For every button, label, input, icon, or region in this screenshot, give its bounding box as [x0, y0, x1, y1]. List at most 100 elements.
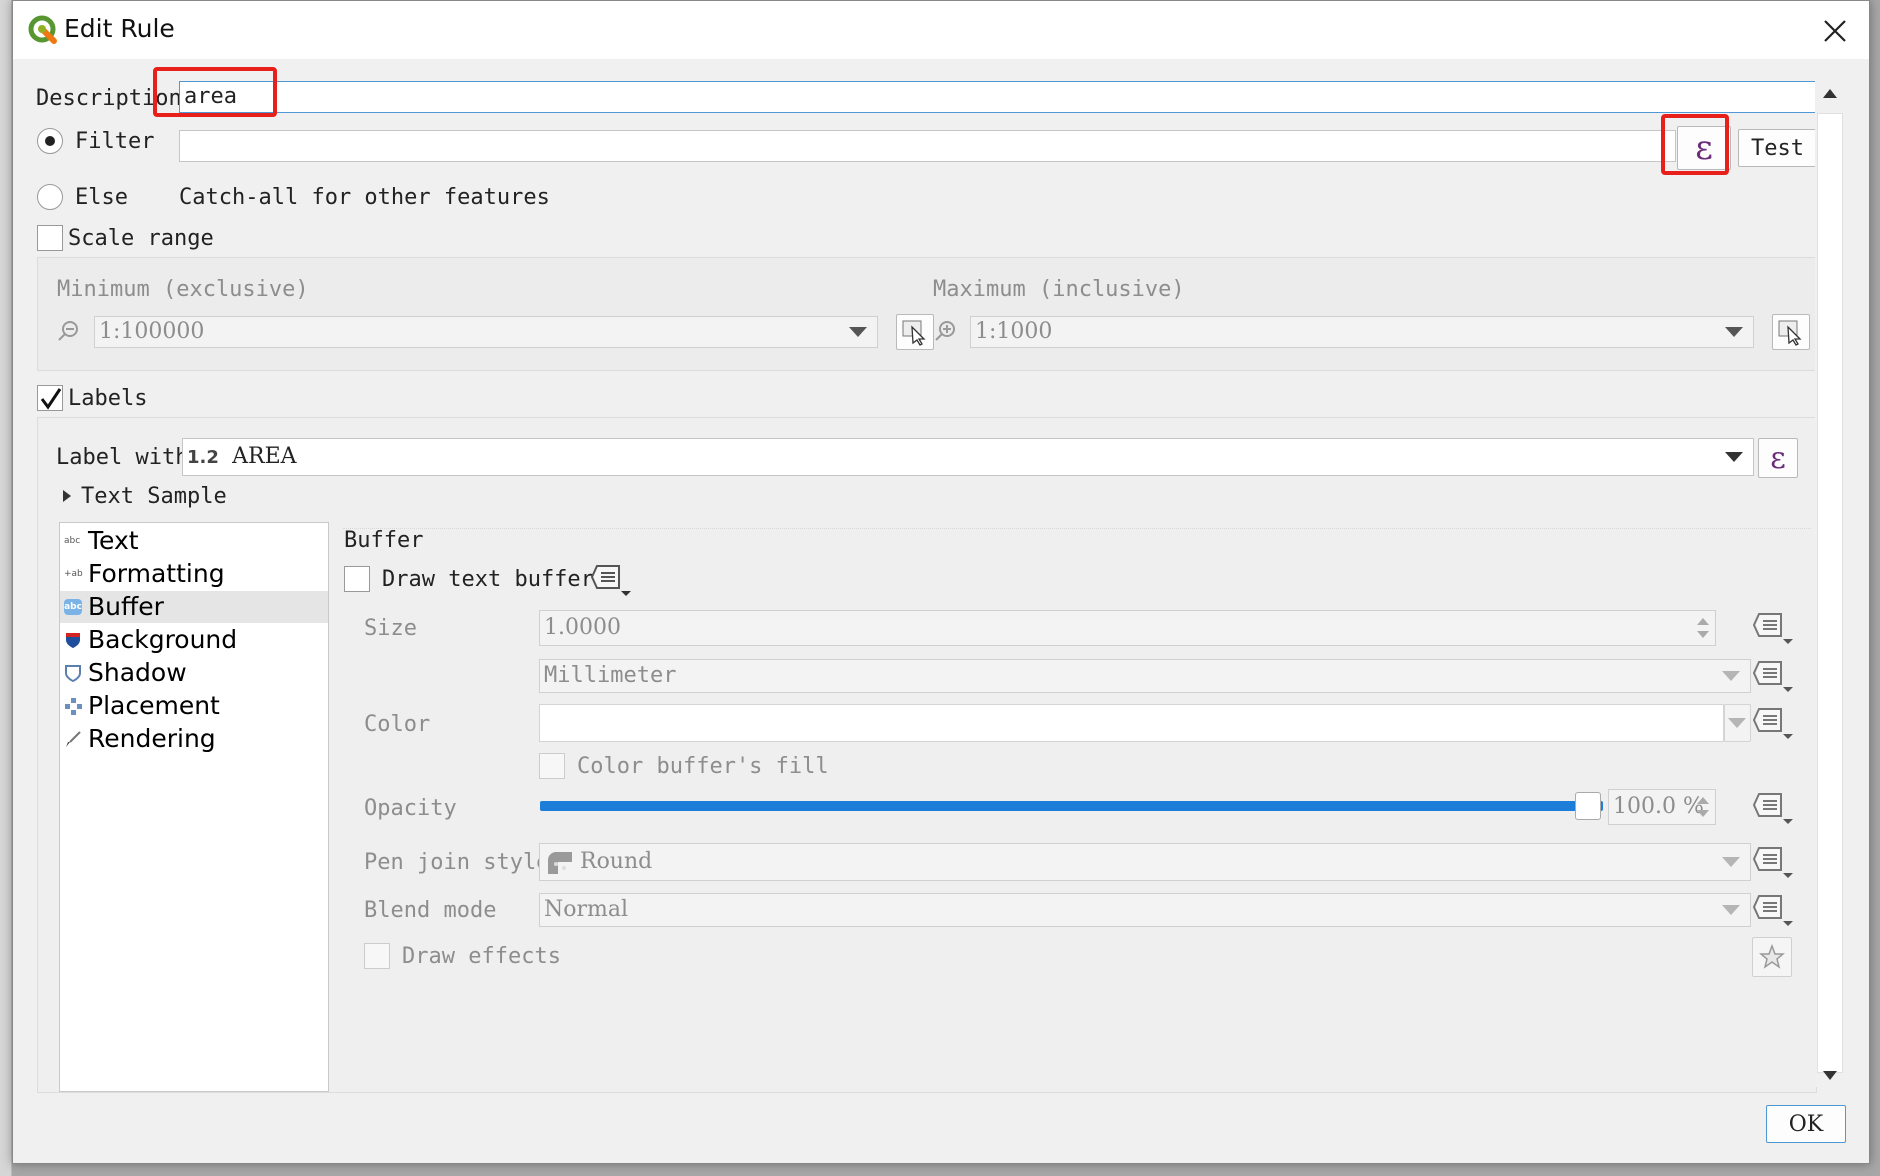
round-join-icon [548, 852, 572, 874]
text-sample-toggle[interactable]: Text Sample [81, 483, 227, 511]
description-input[interactable]: area [179, 81, 1817, 113]
maximum-label: Maximum (inclusive) [933, 277, 1185, 302]
shadow-icon [65, 665, 81, 682]
maximum-scale-value: 1:1000 [975, 319, 1053, 344]
labels-checkbox[interactable] [37, 385, 63, 411]
data-defined-override-icon[interactable] [1753, 893, 1797, 927]
scroll-down-icon[interactable] [1822, 1070, 1838, 1082]
dialog-scrollbar[interactable] [1815, 77, 1845, 1087]
background-window-edge [0, 0, 12, 1176]
minimum-set-current-scale-button[interactable] [896, 314, 934, 350]
opacity-value: 100.0 % [1613, 794, 1704, 819]
label-expression-button[interactable]: ε [1758, 438, 1798, 478]
color-buffer-fill-label: Color buffer's fill [577, 754, 829, 779]
opacity-slider-track[interactable] [540, 801, 1603, 811]
scroll-up-icon[interactable] [1822, 87, 1838, 99]
blend-mode-combo[interactable]: Normal [539, 893, 1751, 927]
data-defined-override-icon[interactable] [1753, 706, 1797, 740]
panel-separator [343, 528, 1811, 529]
buffer-unit-value: Millimeter [544, 663, 677, 688]
expression-icon: ε [1770, 440, 1786, 476]
buffer-icon: abc [64, 599, 82, 615]
maximum-scale-combo[interactable]: 1:1000 [970, 316, 1754, 348]
scale-range-label: Scale range [68, 226, 214, 251]
tree-item-placement[interactable]: Placement [60, 690, 328, 722]
blend-mode-value: Normal [544, 897, 629, 922]
filter-radio[interactable] [37, 128, 63, 154]
chevron-down-icon [1725, 452, 1743, 462]
qgis-logo-icon [28, 15, 57, 44]
minimum-scale-value: 1:100000 [99, 319, 205, 344]
star-icon [1759, 944, 1785, 969]
spin-arrows-icon [1697, 797, 1709, 817]
tree-item-label: Formatting [88, 559, 225, 588]
annotation-highlight-expression [1661, 114, 1729, 175]
expand-arrow-icon[interactable] [61, 489, 73, 503]
chevron-down-icon [849, 327, 867, 337]
spin-arrows-icon [1697, 618, 1709, 638]
data-defined-override-icon[interactable] [1753, 659, 1797, 693]
data-defined-override-icon[interactable] [1753, 845, 1797, 879]
draw-text-buffer-label: Draw text buffer [382, 567, 594, 592]
pen-join-style-combo[interactable]: Round [539, 843, 1751, 881]
filter-input[interactable] [179, 130, 1676, 162]
tree-item-label: Placement [88, 691, 220, 720]
opacity-spinbox[interactable]: 100.0 % [1608, 789, 1716, 825]
buffer-size-spinbox[interactable]: 1.0000 [539, 610, 1716, 646]
label-field-combo[interactable]: 1.2 AREA [182, 438, 1754, 476]
chevron-down-icon [1722, 857, 1740, 867]
buffer-unit-combo[interactable]: Millimeter [539, 659, 1751, 693]
tree-item-buffer[interactable]: abc Buffer [60, 591, 328, 623]
close-button[interactable] [1815, 11, 1855, 51]
field-type-badge: 1.2 [187, 447, 219, 468]
label-with-label: Label with [56, 445, 189, 470]
data-defined-override-icon[interactable] [591, 563, 635, 597]
minimum-label: Minimum (exclusive) [57, 277, 309, 302]
draw-effects-label: Draw effects [402, 944, 561, 969]
close-icon [1824, 20, 1846, 42]
data-defined-override-icon[interactable] [1753, 611, 1797, 645]
title-bar: Edit Rule [13, 1, 1869, 59]
scale-range-checkbox[interactable] [37, 225, 63, 251]
draw-text-buffer-checkbox[interactable] [344, 566, 370, 592]
else-radio[interactable] [37, 184, 63, 210]
else-label: Else [75, 185, 128, 210]
background-shield-icon [66, 633, 80, 648]
opacity-slider-handle[interactable] [1575, 792, 1601, 820]
color-buffer-fill-checkbox[interactable] [539, 753, 565, 779]
tree-item-background[interactable]: Background [60, 624, 328, 656]
minimum-scale-combo[interactable]: 1:100000 [94, 316, 878, 348]
ok-button[interactable]: OK [1766, 1105, 1846, 1143]
scrollbar-thumb[interactable] [1817, 113, 1843, 1073]
tree-item-label: Buffer [88, 592, 164, 621]
else-hint: Catch-all for other features [179, 185, 550, 210]
buffer-size-value: 1.0000 [544, 615, 621, 640]
buffer-section-title: Buffer [344, 528, 424, 553]
tree-item-shadow[interactable]: Shadow [60, 657, 328, 689]
tree-item-rendering[interactable]: Rendering [60, 723, 328, 755]
test-button[interactable]: Test [1738, 129, 1817, 167]
map-pointer-icon [1778, 320, 1802, 346]
color-label: Color [364, 712, 431, 737]
buffer-color-button[interactable] [539, 704, 1724, 742]
scale-range-group: Minimum (exclusive) 1:100000 Maximum (in… [37, 257, 1817, 371]
tree-item-text[interactable]: abc Text [60, 525, 328, 557]
tree-item-label: Text [88, 526, 139, 555]
effects-settings-button[interactable] [1752, 937, 1792, 977]
placement-icon [65, 698, 82, 715]
tree-item-formatting[interactable]: +ab Formatting [60, 558, 328, 590]
labels-label: Labels [68, 386, 148, 411]
edit-rule-dialog: Edit Rule Description area Filter ε Test… [12, 0, 1870, 1164]
window-title: Edit Rule [64, 14, 175, 43]
annotation-highlight-description [153, 67, 277, 117]
draw-effects-checkbox[interactable] [364, 943, 390, 969]
maximum-set-current-scale-button[interactable] [1772, 314, 1810, 350]
pen-join-style-label: Pen join style [364, 850, 550, 875]
data-defined-override-icon[interactable] [1753, 791, 1797, 825]
opacity-label: Opacity [364, 796, 457, 821]
zoom-out-icon [58, 321, 78, 341]
formatting-icon: +ab [64, 569, 83, 579]
pen-join-style-value: Round [580, 849, 653, 874]
zoom-in-icon [935, 321, 955, 341]
color-dropdown-button[interactable] [1724, 704, 1751, 742]
